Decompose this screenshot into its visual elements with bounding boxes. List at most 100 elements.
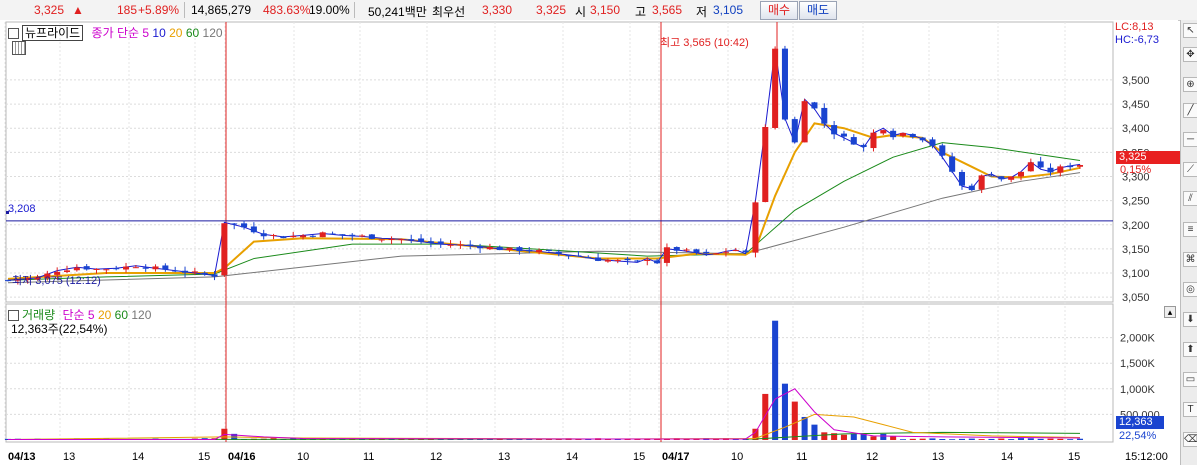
candle-body — [506, 247, 513, 251]
volume-ma120-label: 120 — [131, 308, 152, 322]
volume-badge-pct: 22,54% — [1116, 430, 1174, 442]
time-tick-label: 14 — [132, 451, 144, 463]
candle-body — [309, 235, 316, 237]
candle-body — [359, 235, 366, 237]
time-tick-label: 10 — [297, 451, 309, 463]
volume-bar — [762, 393, 769, 440]
trend-line-icon[interactable]: ╱ — [1183, 103, 1197, 118]
chart-area[interactable]: 3,0503,1003,1503,2003,2503,3003,3503,400… — [0, 20, 1178, 465]
candle-body — [260, 233, 267, 237]
volume-bar — [850, 433, 857, 440]
candle-body — [929, 139, 936, 146]
ma120-label: 120 — [202, 26, 223, 40]
time-tick-label: 12 — [866, 451, 878, 463]
price-tick-label: 3,100 — [1122, 268, 1150, 280]
low-label: 저 — [696, 5, 708, 19]
volume-bar — [968, 438, 975, 440]
candle-body — [840, 133, 847, 137]
candle-body — [683, 249, 690, 251]
ray-line-icon[interactable]: ⟋ — [1183, 162, 1197, 177]
fibonacci-icon[interactable]: ≡ — [1183, 222, 1197, 237]
gann-icon[interactable]: ⌘ — [1183, 252, 1197, 267]
candle-body — [457, 244, 464, 246]
ma-label: 종가 단순 — [91, 26, 140, 40]
candle-body — [1057, 166, 1064, 173]
candle-body — [1067, 165, 1074, 168]
candle-body — [939, 145, 946, 156]
time-tick-label: 04/17 — [662, 451, 690, 463]
candle-body — [280, 236, 287, 239]
candle-body — [565, 255, 572, 257]
cursor-tool-icon[interactable]: ↖ — [1183, 23, 1197, 38]
candle-body — [349, 234, 356, 237]
crosshair-tool-icon[interactable]: ✥ — [1183, 47, 1197, 62]
candle-body — [585, 257, 592, 259]
candle-body — [634, 260, 641, 262]
time-tick-label: 04/13 — [8, 451, 36, 463]
buy-button[interactable]: 매수 — [760, 1, 798, 20]
candle-body — [4, 280, 12, 282]
sell-button[interactable]: 매도 — [799, 1, 837, 20]
arrow-down-icon[interactable]: ⬇ — [1183, 312, 1197, 327]
rectangle-tool-icon[interactable]: ▭ — [1183, 372, 1197, 387]
candle-body — [1037, 161, 1044, 168]
candle-body — [1017, 171, 1025, 177]
candle-body — [880, 130, 887, 134]
candle-body — [693, 249, 700, 253]
text-tool-icon[interactable]: T — [1183, 402, 1197, 417]
time-tick-label: 15 — [633, 451, 645, 463]
volume-bar — [1067, 439, 1074, 440]
grid-table-icon[interactable] — [12, 41, 26, 55]
volume-tick-label: 2,000K — [1120, 333, 1156, 345]
divider — [184, 2, 185, 18]
candle-body — [673, 247, 680, 251]
legend-box-icon[interactable] — [8, 28, 19, 40]
volume-current: 12,363주(22,54%) — [11, 322, 108, 336]
zoom-tool-icon[interactable]: ⊕ — [1183, 77, 1197, 92]
price-tick-label: 3,450 — [1122, 99, 1150, 111]
price-volume-chart[interactable]: 3,0503,1003,1503,2003,2503,3003,3503,400… — [0, 20, 1178, 465]
open-price: 3,150 — [590, 3, 621, 17]
candle-body — [516, 247, 523, 252]
candle-body — [545, 249, 552, 251]
open-label: 시 — [575, 5, 587, 19]
candle-body — [998, 176, 1005, 180]
time-tick-label: 10 — [731, 451, 743, 463]
candle-body — [467, 244, 474, 246]
bid-price: 3,325 — [536, 3, 567, 17]
candle-body — [427, 241, 434, 243]
low-price: 3,105 — [713, 3, 744, 17]
candle-body — [162, 265, 169, 270]
candle-body — [870, 132, 877, 149]
volume-ratio: 483.63% — [263, 3, 311, 17]
cycle-icon[interactable]: ◎ — [1183, 282, 1197, 297]
volume-tick-label: 1,000K — [1120, 384, 1156, 396]
candle-body — [83, 266, 90, 270]
candle-body — [73, 267, 80, 271]
collapse-icon[interactable]: ▴ — [1164, 306, 1176, 318]
channel-icon[interactable]: ⫽ — [1183, 191, 1197, 206]
candle-body — [752, 202, 759, 253]
candle-body — [831, 125, 838, 135]
candle-body — [762, 126, 769, 203]
eraser-icon[interactable]: ⌫ — [1183, 432, 1197, 447]
candle-body — [290, 235, 297, 238]
volume-bar — [909, 438, 916, 440]
candle-body — [575, 255, 582, 257]
lc-label: LC:8,13 — [1115, 21, 1154, 33]
candle-body — [437, 241, 444, 244]
price-tick-label: 3,250 — [1122, 196, 1150, 208]
series-name[interactable]: 뉴프라이드 — [22, 25, 84, 41]
volume-bar — [791, 401, 798, 440]
candle-body — [742, 250, 749, 253]
horizontal-line-icon[interactable]: ─ — [1183, 132, 1197, 147]
price-badge-pct: 0,15% — [1120, 164, 1152, 176]
high-label: 고 — [635, 5, 647, 19]
trade-amount: 50,241백만 — [368, 5, 427, 19]
candle-body — [103, 269, 110, 271]
ma10-label: 10 — [152, 26, 166, 40]
volume-bar — [1057, 438, 1064, 440]
arrow-up-icon[interactable]: ⬆ — [1183, 342, 1197, 357]
price-tick-label: 3,200 — [1122, 220, 1150, 232]
candle-body — [172, 270, 179, 272]
